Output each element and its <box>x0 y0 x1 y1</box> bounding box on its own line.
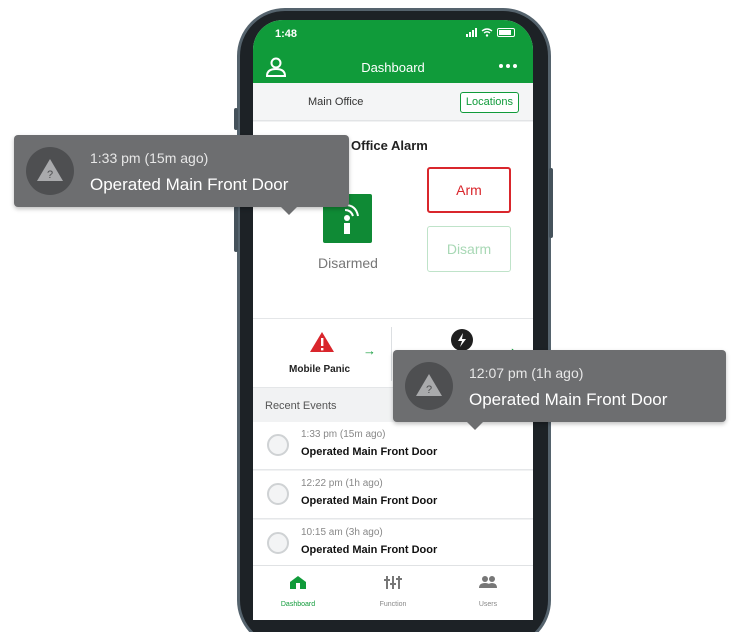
unknown-event-icon <box>267 434 289 456</box>
event-item[interactable]: 12:22 pm (1h ago) Operated Main Front Do… <box>253 471 533 519</box>
status-time: 1:48 <box>275 28 298 40</box>
lightning-bolt-icon[interactable] <box>451 329 473 351</box>
alarm-title: Office Alarm <box>351 138 428 153</box>
recent-events-label: Recent Events <box>265 400 337 412</box>
stage: 1:48 Dashboard Main Office Locations Off… <box>0 0 733 632</box>
event-tooltip: ? 1:33 pm (15m ago) Operated Main Front … <box>14 135 349 215</box>
event-tooltip: ? 12:07 pm (1h ago) Operated Main Front … <box>393 350 726 430</box>
tooltip-text: Operated Main Front Door <box>90 175 289 194</box>
svg-text:?: ? <box>426 384 432 396</box>
more-options-icon[interactable] <box>499 64 517 68</box>
wifi-icon <box>481 28 493 37</box>
header-title: Dashboard <box>361 60 425 75</box>
phone-side-button <box>234 108 238 130</box>
event-text: Operated Main Front Door <box>301 544 438 556</box>
warning-icon[interactable] <box>309 331 335 353</box>
nav-users[interactable]: Users <box>448 574 528 608</box>
location-name: Main Office <box>308 96 364 108</box>
phone-volume-down-button <box>234 206 238 252</box>
battery-icon <box>497 28 515 37</box>
tooltip-time: 1:33 pm (15m ago) <box>90 150 209 166</box>
event-time: 10:15 am (3h ago) <box>301 527 383 538</box>
cellular-signal-icon <box>466 28 477 37</box>
locations-button[interactable]: Locations <box>459 92 519 113</box>
quick-actions-divider <box>391 327 392 381</box>
unknown-event-icon: ? <box>405 362 453 410</box>
phone-power-button <box>549 168 553 238</box>
svg-text:?: ? <box>47 169 53 181</box>
bottom-navigation: Dashboard Function Users <box>253 565 533 620</box>
nav-dashboard[interactable]: Dashboard <box>258 574 338 608</box>
disarm-button[interactable]: Disarm <box>427 226 511 272</box>
event-text: Operated Main Front Door <box>301 446 438 458</box>
tooltip-text: Operated Main Front Door <box>469 390 668 409</box>
status-icons <box>466 28 515 37</box>
dashboard-icon <box>290 576 306 589</box>
nav-label: Dashboard <box>280 601 316 608</box>
function-icon <box>384 576 402 589</box>
events-list: 1:33 pm (15m ago) Operated Main Front Do… <box>253 422 533 569</box>
tooltip-time: 12:07 pm (1h ago) <box>469 365 584 381</box>
event-item[interactable]: 1:33 pm (15m ago) Operated Main Front Do… <box>253 422 533 470</box>
alarm-status-text: Disarmed <box>318 255 378 271</box>
event-time: 12:22 pm (1h ago) <box>301 478 383 489</box>
app-header: 1:48 Dashboard <box>253 20 533 83</box>
arm-button[interactable]: Arm <box>427 167 511 213</box>
event-time: 1:33 pm (15m ago) <box>301 429 386 440</box>
nav-label: Function <box>379 601 407 608</box>
unknown-event-icon <box>267 532 289 554</box>
unknown-event-icon <box>267 483 289 505</box>
mobile-panic-label[interactable]: Mobile Panic <box>289 364 350 375</box>
unknown-event-icon: ? <box>26 147 74 195</box>
event-text: Operated Main Front Door <box>301 495 438 507</box>
users-icon <box>479 576 497 588</box>
nav-label: Users <box>478 601 498 608</box>
event-item[interactable]: 10:15 am (3h ago) Operated Main Front Do… <box>253 520 533 568</box>
location-bar: Main Office Locations <box>253 83 533 121</box>
phone-screen: 1:48 Dashboard Main Office Locations Off… <box>253 20 533 620</box>
arrow-right-icon[interactable]: → <box>363 343 376 358</box>
nav-function[interactable]: Function <box>353 574 433 608</box>
